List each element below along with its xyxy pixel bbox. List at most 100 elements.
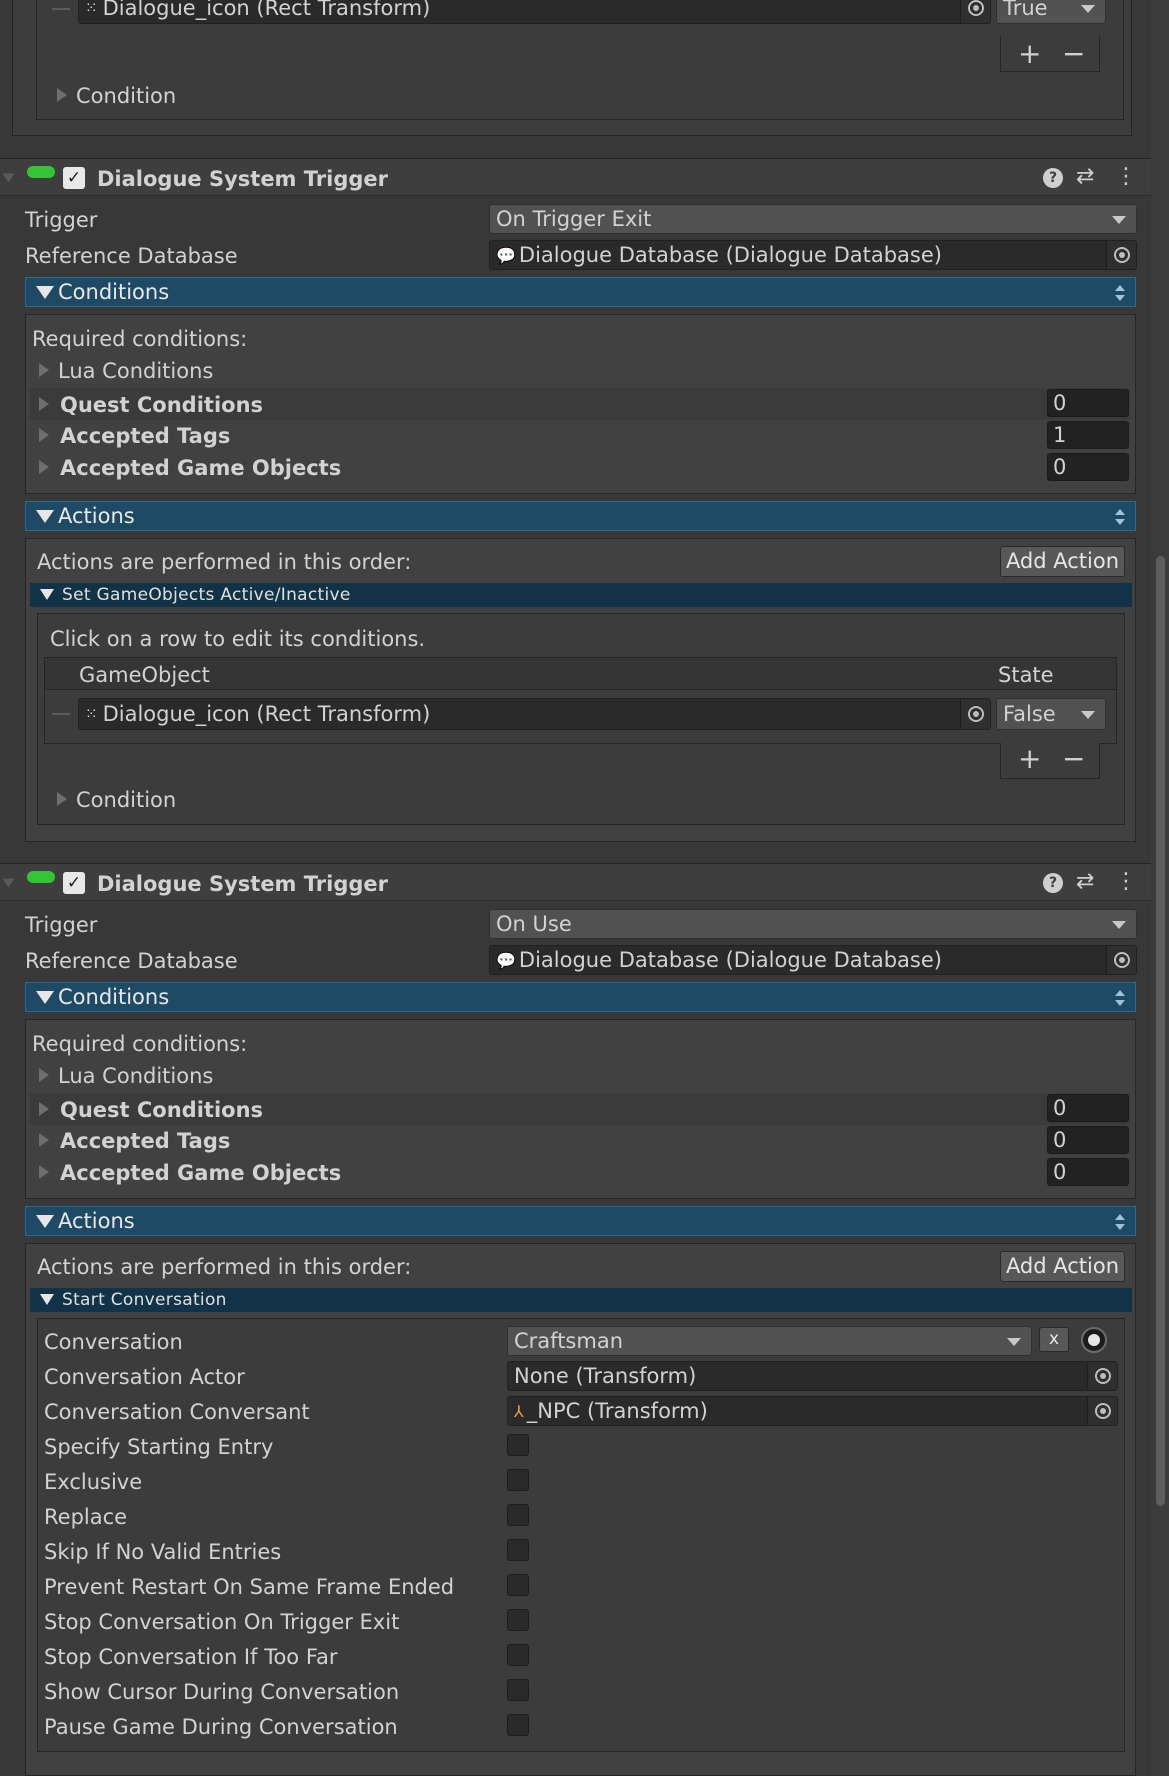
trigger1-remove-row-button[interactable]: − xyxy=(1062,745,1085,773)
option-checkbox[interactable] xyxy=(507,1679,529,1701)
scrollbar-thumb[interactable] xyxy=(1156,556,1165,1506)
trigger2-quest-label[interactable]: Quest Conditions xyxy=(60,1100,263,1121)
top-add-button[interactable]: + xyxy=(1018,40,1041,68)
record-icon[interactable] xyxy=(1081,1327,1107,1353)
trigger1-quest-label[interactable]: Quest Conditions xyxy=(60,395,263,416)
lua-expand-icon[interactable] xyxy=(39,363,49,377)
trigger2-objects-label[interactable]: Accepted Game Objects xyxy=(60,1163,341,1184)
trigger1-objects-label[interactable]: Accepted Game Objects xyxy=(60,458,341,479)
object-picker-icon[interactable] xyxy=(960,0,990,23)
reorder-icon[interactable] xyxy=(1115,990,1125,1006)
trigger2-action-bar[interactable]: Start Conversation xyxy=(30,1288,1132,1312)
clear-conversation-button[interactable]: x xyxy=(1039,1327,1069,1352)
presets-icon[interactable]: ⇄ xyxy=(1076,871,1094,893)
tags-expand-icon[interactable] xyxy=(39,1133,49,1147)
quest-expand-icon[interactable] xyxy=(39,397,49,411)
trigger2-lua-label[interactable]: Lua Conditions xyxy=(58,1066,213,1087)
presets-icon[interactable]: ⇄ xyxy=(1076,166,1094,188)
quest-expand-icon[interactable] xyxy=(39,1102,49,1116)
objects-expand-icon[interactable] xyxy=(39,460,49,474)
object-picker-icon[interactable] xyxy=(1087,1362,1117,1390)
option-checkbox[interactable] xyxy=(507,1434,529,1456)
trigger1-conditions-label: Conditions xyxy=(58,279,170,304)
trigger2-add-action-button[interactable]: Add Action xyxy=(1000,1251,1125,1282)
fold-icon xyxy=(36,1215,54,1228)
trigger1-tags-count[interactable]: 1 xyxy=(1047,421,1129,449)
fold-icon[interactable] xyxy=(2,878,15,888)
trigger1-quest-value: 0 xyxy=(1053,390,1067,415)
top-remove-button[interactable]: − xyxy=(1062,40,1085,68)
trigger1-conditions-bar[interactable]: Conditions xyxy=(25,277,1136,307)
trigger1-tags-label[interactable]: Accepted Tags xyxy=(60,426,230,447)
option-checkbox[interactable] xyxy=(507,1644,529,1666)
trigger2-actions-bar[interactable]: Actions xyxy=(25,1206,1136,1236)
top-state-dropdown[interactable]: True xyxy=(996,0,1106,24)
reorder-icon[interactable] xyxy=(1115,285,1125,301)
trigger2-refdb-field[interactable]: 💬 Dialogue Database (Dialogue Database) xyxy=(489,945,1137,975)
fold-icon xyxy=(36,991,54,1004)
trigger2-trigger-dropdown[interactable]: On Use xyxy=(489,909,1137,939)
condition-expand-icon[interactable] xyxy=(57,88,67,102)
database-bubble-icon: 💬 xyxy=(496,245,516,265)
top-condition-label[interactable]: Condition xyxy=(76,86,176,107)
enabled-checkbox[interactable]: ✓ xyxy=(63,872,85,894)
help-icon[interactable]: ? xyxy=(1043,873,1063,893)
objects-expand-icon[interactable] xyxy=(39,1165,49,1179)
drag-handle[interactable] xyxy=(52,8,70,10)
trigger1-add-action-button[interactable]: Add Action xyxy=(1000,546,1125,577)
trigger2-title: Dialogue System Trigger xyxy=(97,872,388,896)
trigger2-quest-count[interactable]: 0 xyxy=(1047,1094,1129,1122)
tags-expand-icon[interactable] xyxy=(39,428,49,442)
script-icon xyxy=(27,871,55,883)
trigger2-conditions-bar[interactable]: Conditions xyxy=(25,982,1136,1012)
trigger1-object-field[interactable]: ⁙ Dialogue_icon (Rect Transform) xyxy=(78,698,991,730)
reorder-icon[interactable] xyxy=(1115,1214,1125,1230)
trigger1-action-bar[interactable]: Set GameObjects Active/Inactive xyxy=(30,583,1132,607)
option-label: Replace xyxy=(44,1505,128,1529)
conversation-dropdown[interactable]: Craftsman xyxy=(507,1326,1032,1356)
trigger1-state-dropdown[interactable]: False xyxy=(996,698,1106,730)
kebab-menu-icon[interactable]: ⋮ xyxy=(1115,871,1137,893)
trigger2-tags-count[interactable]: 0 xyxy=(1047,1126,1129,1154)
trigger2-conditions-label: Conditions xyxy=(58,984,170,1009)
option-checkbox[interactable] xyxy=(507,1504,529,1526)
trigger2-header[interactable]: ✓ Dialogue System Trigger ? ⇄ ⋮ xyxy=(0,863,1151,901)
trigger1-refdb-field[interactable]: 💬 Dialogue Database (Dialogue Database) xyxy=(489,240,1137,270)
trigger1-title: Dialogue System Trigger xyxy=(97,167,388,191)
trigger1-objects-count[interactable]: 0 xyxy=(1047,453,1129,481)
top-object-field[interactable]: ⁙ Dialogue_icon (Rect Transform) xyxy=(78,0,991,24)
trigger1-action-title: Set GameObjects Active/Inactive xyxy=(62,584,351,605)
condition-expand-icon[interactable] xyxy=(57,792,67,806)
option-checkbox[interactable] xyxy=(507,1469,529,1491)
fold-icon[interactable] xyxy=(2,173,15,183)
trigger1-condition-label[interactable]: Condition xyxy=(76,790,176,811)
option-checkbox[interactable] xyxy=(507,1714,529,1736)
help-icon[interactable]: ? xyxy=(1043,168,1063,188)
kebab-menu-icon[interactable]: ⋮ xyxy=(1115,166,1137,188)
object-picker-icon[interactable] xyxy=(1087,1397,1117,1425)
trigger1-trigger-dropdown[interactable]: On Trigger Exit xyxy=(489,204,1137,234)
actor-field[interactable]: None (Transform) xyxy=(507,1361,1118,1391)
lua-expand-icon[interactable] xyxy=(39,1068,49,1082)
rect-transform-icon: ⁙ xyxy=(85,705,98,723)
trigger2-actions-label: Actions xyxy=(58,1208,135,1233)
trigger1-actions-bar[interactable]: Actions xyxy=(25,501,1136,531)
option-checkbox[interactable] xyxy=(507,1539,529,1561)
trigger1-lua-label[interactable]: Lua Conditions xyxy=(58,361,213,382)
object-picker-icon[interactable] xyxy=(1106,241,1136,269)
trigger2-tags-label[interactable]: Accepted Tags xyxy=(60,1131,230,1152)
option-checkbox[interactable] xyxy=(507,1574,529,1596)
object-picker-icon[interactable] xyxy=(960,699,990,729)
trigger2-objects-count[interactable]: 0 xyxy=(1047,1158,1129,1186)
option-checkbox[interactable] xyxy=(507,1609,529,1631)
conversant-field[interactable]: ⅄ _NPC (Transform) xyxy=(507,1396,1118,1426)
drag-handle[interactable] xyxy=(52,713,70,715)
object-picker-icon[interactable] xyxy=(1106,946,1136,974)
trigger1-header[interactable]: ✓ Dialogue System Trigger ? ⇄ ⋮ xyxy=(0,158,1151,196)
reorder-icon[interactable] xyxy=(1115,509,1125,525)
trigger1-quest-count[interactable]: 0 xyxy=(1047,389,1129,417)
conversant-label: Conversation Conversant xyxy=(44,1400,310,1424)
trigger1-add-row-button[interactable]: + xyxy=(1018,745,1041,773)
trigger2-actions-order: Actions are performed in this order: xyxy=(37,1255,412,1279)
enabled-checkbox[interactable]: ✓ xyxy=(63,167,85,189)
